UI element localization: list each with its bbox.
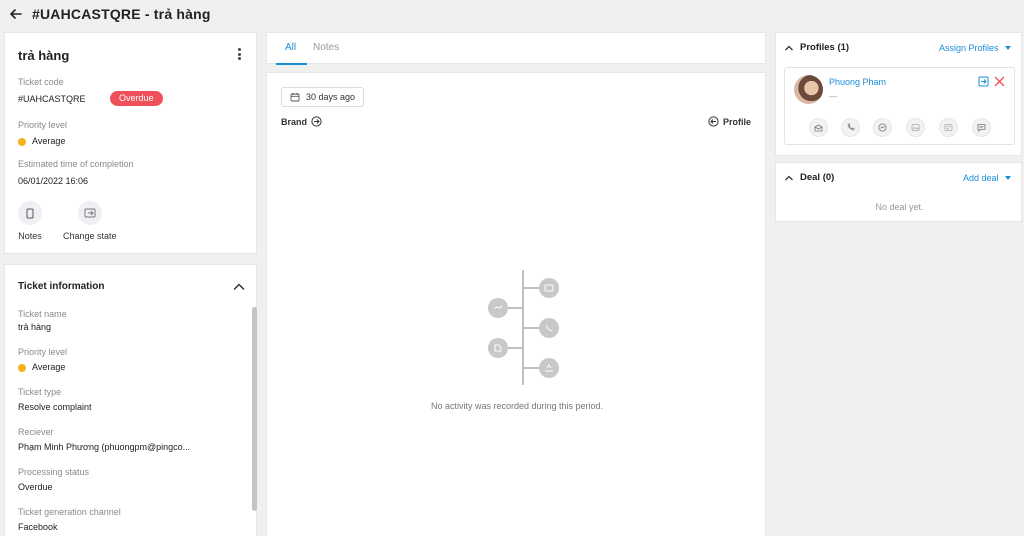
change-state-button[interactable]: Change state <box>63 201 117 241</box>
ticket-summary-card: trả hàng Ticket code #UAHCASTQRE Overdue… <box>4 32 257 254</box>
field-value-reciever: Phạm Minh Phương (phuongpm@pingco... <box>18 442 191 452</box>
assign-profiles-label: Assign Profiles <box>939 43 999 53</box>
eta-label: Estimated time of completion <box>18 159 134 169</box>
profile-card: Phuong Pham — <box>784 67 1015 145</box>
priority-value: Average <box>18 136 65 146</box>
field-value-ticket-name: trả hàng <box>18 322 52 332</box>
avatar <box>794 75 823 104</box>
ticket-information-card: Ticket information Ticket name trả hàng … <box>4 264 257 536</box>
brand-label: Brand <box>281 116 308 127</box>
date-filter-label: 30 days ago <box>306 92 356 102</box>
field-label-reciever: Reciever <box>18 427 54 437</box>
activity-panel: 30 days ago Brand Profile No activity wa… <box>266 72 766 536</box>
chevron-up-icon <box>785 175 793 180</box>
status-badge: Overdue <box>110 91 163 106</box>
active-tab-indicator <box>276 63 307 65</box>
field-label-priority: Priority level <box>18 347 68 357</box>
change-state-icon <box>77 201 102 225</box>
field-label-ticket-type: Ticket type <box>18 387 62 397</box>
priority-text: Average <box>32 136 66 146</box>
collapse-chevron-icon[interactable] <box>233 282 245 292</box>
chevron-up-icon <box>785 45 793 50</box>
empty-activity-message: No activity was recorded during this per… <box>430 401 604 411</box>
activity-tabs: All Notes <box>266 32 766 65</box>
add-deal-button[interactable]: Add deal <box>963 173 1011 183</box>
field-value-channel: Facebook <box>18 522 58 532</box>
field-label-processing-status: Processing status <box>18 467 90 477</box>
field-label-ticket-name: Ticket name <box>18 309 67 319</box>
field-value-ticket-type: Resolve complaint <box>18 402 92 412</box>
top-bar: #UAHCASTQRE - trả hàng <box>0 0 1024 28</box>
image-icon[interactable] <box>906 118 925 137</box>
arrow-left-circle-icon <box>708 116 719 127</box>
open-profile-icon[interactable] <box>978 76 989 87</box>
remove-profile-icon[interactable] <box>994 76 1005 87</box>
deal-header[interactable]: Deal (0) <box>784 172 834 183</box>
assign-profiles-button[interactable]: Assign Profiles <box>939 43 1011 53</box>
notes-button[interactable]: Notes <box>18 201 42 241</box>
ticket-code-value: #UAHCASTQRE <box>18 94 86 104</box>
empty-timeline-illustration <box>488 270 559 385</box>
profile-link[interactable]: Profile <box>708 116 751 127</box>
profile-subtitle: — <box>829 92 837 101</box>
page-title: #UAHCASTQRE - trả hàng <box>32 6 211 22</box>
deal-card: Deal (0) Add deal No deal yet. <box>775 162 1022 222</box>
priority-label: Priority level <box>18 120 68 130</box>
field-value-priority: Average <box>18 362 65 372</box>
arrow-right-circle-icon <box>311 116 322 127</box>
priority-dot-icon <box>18 137 26 146</box>
add-deal-label: Add deal <box>963 173 999 183</box>
phone-icon[interactable] <box>841 118 860 137</box>
date-filter[interactable]: 30 days ago <box>281 87 365 107</box>
eta-value: 06/01/2022 16:06 <box>18 176 89 186</box>
notes-label: Notes <box>18 231 42 241</box>
field-value-processing-status: Overdue <box>18 482 53 492</box>
mail-icon[interactable] <box>809 118 828 137</box>
caret-down-icon <box>1004 46 1011 50</box>
brand-link[interactable]: Brand <box>281 116 322 127</box>
profiles-header[interactable]: Profiles (1) <box>784 42 849 53</box>
back-arrow-icon[interactable] <box>8 6 24 22</box>
caret-down-icon <box>1004 176 1011 180</box>
tab-notes[interactable]: Notes <box>313 42 339 53</box>
ticket-code-label: Ticket code <box>18 77 64 87</box>
profiles-heading: Profiles (1) <box>800 42 850 53</box>
profile-name[interactable]: Phuong Pham <box>829 77 886 87</box>
notes-icon <box>18 201 42 225</box>
tab-all[interactable]: All <box>285 42 296 53</box>
card-icon[interactable] <box>939 118 958 137</box>
priority-text: Average <box>32 362 66 372</box>
priority-dot-icon <box>18 363 26 372</box>
profile-label: Profile <box>723 116 752 127</box>
profiles-card: Profiles (1) Assign Profiles Phuong Pham… <box>775 32 1022 156</box>
deal-heading: Deal (0) <box>800 172 835 183</box>
calendar-icon <box>290 93 300 102</box>
field-label-channel: Ticket generation channel <box>18 507 121 517</box>
chat-icon[interactable] <box>972 118 991 137</box>
scrollbar[interactable] <box>252 307 257 511</box>
ticket-information-heading: Ticket information <box>18 281 105 292</box>
change-state-label: Change state <box>63 231 117 241</box>
ticket-title: trả hàng <box>18 48 70 63</box>
no-deal-message: No deal yet. <box>875 202 924 212</box>
more-options-icon[interactable] <box>233 47 245 61</box>
messenger-icon[interactable] <box>873 118 892 137</box>
